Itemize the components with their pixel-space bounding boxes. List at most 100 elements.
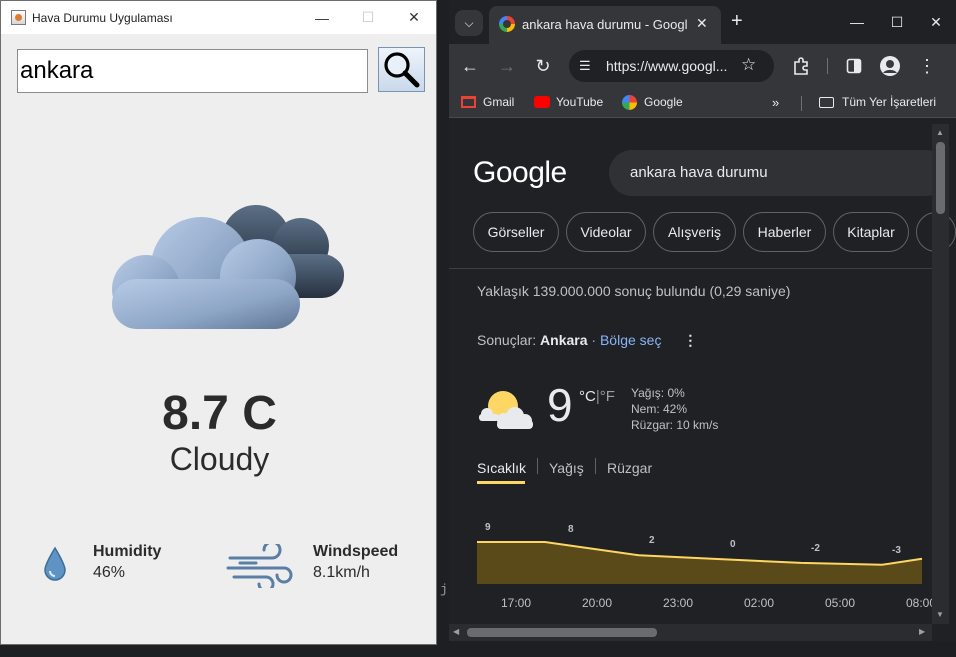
- partly-cloudy-icon: [479, 391, 533, 429]
- weather-condition: Cloudy: [169, 441, 270, 477]
- weather-app-window: Hava Durumu Uygulaması — ☐ ✕ ankara 8.7 …: [0, 0, 437, 645]
- cloudy-icon: [112, 205, 344, 329]
- chip-news[interactable]: Haberler: [743, 212, 826, 252]
- reload-button[interactable]: ↻: [531, 54, 555, 78]
- chart-tick-label: 20:00: [582, 596, 613, 610]
- chart-tick-label: 02:00: [744, 596, 775, 610]
- chip-books[interactable]: Kitaplar: [833, 212, 909, 252]
- close-button[interactable]: ✕: [391, 1, 437, 34]
- bookmark-google[interactable]: Google: [644, 95, 683, 109]
- city-search-input[interactable]: [17, 49, 368, 93]
- youtube-icon: [534, 96, 550, 108]
- chart-tick-label: 05:00: [825, 596, 856, 610]
- scroll-left-arrow[interactable]: ◀: [453, 627, 459, 636]
- chart-point-label: 0: [730, 539, 736, 551]
- tab-wind[interactable]: Rüzgar: [607, 460, 652, 476]
- chart-point-label: 8: [568, 523, 574, 535]
- wind-detail: Rüzgar: 10 km/s: [631, 418, 719, 432]
- tab-divider: [595, 458, 596, 474]
- bookmarks-divider: [801, 96, 802, 111]
- humidity-label: Humidity: [93, 543, 162, 560]
- more-options-icon[interactable]: ⋮: [683, 332, 697, 348]
- minimize-button[interactable]: —: [299, 1, 345, 34]
- horizontal-scroll-thumb[interactable]: [467, 628, 657, 637]
- google-favicon-icon: [499, 16, 515, 32]
- windspeed-label: Windspeed: [313, 543, 399, 560]
- chart-point-label: 2: [649, 535, 655, 547]
- app-title-bar: Hava Durumu Uygulaması — ☐ ✕: [1, 1, 436, 34]
- side-panel-icon[interactable]: [842, 54, 866, 78]
- celsius-unit[interactable]: °C: [579, 388, 596, 405]
- app-title: Hava Durumu Uygulaması: [32, 11, 173, 25]
- google-search-box[interactable]: ankara hava durumu: [609, 150, 949, 196]
- java-app-icon: [11, 10, 26, 25]
- search-button[interactable]: [378, 47, 425, 92]
- result-count: Yaklaşık 139.000.000 sonuç bulundu (0,29…: [477, 283, 791, 299]
- bookmarks-bar: Gmail YouTube Google » Tüm Yer İşaretler…: [449, 88, 956, 118]
- chart-point-label: 9: [485, 522, 491, 533]
- google-temp-value: 9: [547, 379, 573, 431]
- humidity-icon: [44, 546, 66, 581]
- forward-button[interactable]: →: [495, 54, 519, 78]
- header-divider: [449, 268, 932, 269]
- precipitation-detail: Yağış: 0%: [631, 386, 685, 400]
- tab-temperature[interactable]: Sıcaklık: [477, 460, 526, 476]
- search-results-page: Google ankara hava durumu Görseller Vide…: [449, 124, 956, 624]
- folder-icon: [819, 97, 834, 108]
- bookmark-gmail[interactable]: Gmail: [483, 95, 514, 109]
- temperature-value: 8.7 C: [162, 387, 277, 440]
- address-bar[interactable]: ☰ https://www.googl... ☆: [569, 50, 774, 82]
- browser-toolbar: ← → ↻ ☰ https://www.googl... ☆ ⋮: [449, 44, 956, 88]
- chevron-down-icon: ⌵: [464, 15, 474, 30]
- results-for-prefix: Sonuçlar:: [477, 332, 537, 348]
- new-tab-button[interactable]: +: [731, 10, 743, 33]
- fahrenheit-unit[interactable]: °F: [600, 388, 615, 405]
- tab-close-icon[interactable]: ✕: [696, 15, 708, 32]
- tab-title: ankara hava durumu - Google'da: [522, 17, 688, 32]
- humidity-detail: Nem: 42%: [631, 402, 688, 416]
- chip-videos[interactable]: Videolar: [566, 212, 646, 252]
- site-info-icon[interactable]: ☰: [579, 58, 595, 74]
- chip-shopping[interactable]: Alışveriş: [653, 212, 736, 252]
- extensions-icon[interactable]: [789, 54, 813, 78]
- vertical-scroll-thumb[interactable]: [936, 142, 945, 214]
- google-icon: [622, 95, 637, 110]
- gmail-icon: [461, 96, 476, 108]
- tab-search-button[interactable]: ⌵: [455, 10, 483, 36]
- scroll-down-arrow[interactable]: ▼: [936, 610, 944, 619]
- tab-divider: [537, 458, 538, 474]
- active-tab[interactable]: ankara hava durumu - Google'da ✕: [489, 6, 721, 44]
- bookmark-star-icon[interactable]: ☆: [741, 55, 756, 75]
- chart-point-label: -2: [811, 542, 820, 554]
- results-for-city: Ankara: [540, 332, 588, 348]
- url-text: https://www.googl...: [606, 58, 728, 74]
- scroll-right-arrow[interactable]: ▶: [919, 627, 925, 636]
- temp-unit-toggle[interactable]: °C|°F: [579, 388, 615, 405]
- browser-window: ⌵ ankara hava durumu - Google'da ✕ + — ☐…: [449, 0, 956, 641]
- browser-minimize-button[interactable]: —: [837, 8, 877, 36]
- toolbar-divider: [827, 58, 828, 74]
- all-bookmarks-folder[interactable]: Tüm Yer İşaretleri: [842, 95, 936, 109]
- chip-images[interactable]: Görseller: [473, 212, 559, 252]
- tab-precipitation[interactable]: Yağış: [549, 460, 584, 476]
- google-logo[interactable]: Google: [473, 156, 567, 190]
- chart-tick-label: 17:00: [501, 596, 532, 610]
- menu-more-icon[interactable]: ⋮: [915, 54, 939, 78]
- chart-area-fill: [477, 542, 922, 584]
- bookmark-youtube[interactable]: YouTube: [556, 95, 603, 109]
- active-tab-underline: [477, 481, 525, 484]
- maximize-button[interactable]: ☐: [345, 1, 391, 34]
- scroll-up-arrow[interactable]: ▲: [936, 128, 944, 137]
- vertical-scrollbar[interactable]: ▲ ▼: [932, 124, 949, 624]
- browser-maximize-button[interactable]: ☐: [877, 8, 917, 36]
- choose-region-link[interactable]: · Bölge seç: [591, 332, 661, 348]
- horizontal-scrollbar[interactable]: ◀ ▶: [449, 624, 932, 641]
- back-button[interactable]: ←: [458, 54, 482, 78]
- more-bookmarks-icon[interactable]: »: [772, 95, 779, 110]
- search-icon: [384, 52, 420, 88]
- browser-close-button[interactable]: ✕: [916, 8, 956, 36]
- wind-icon: [226, 544, 293, 588]
- profile-avatar[interactable]: [878, 54, 902, 78]
- windspeed-value: 8.1km/h: [313, 564, 370, 581]
- humidity-value: 46%: [93, 564, 126, 581]
